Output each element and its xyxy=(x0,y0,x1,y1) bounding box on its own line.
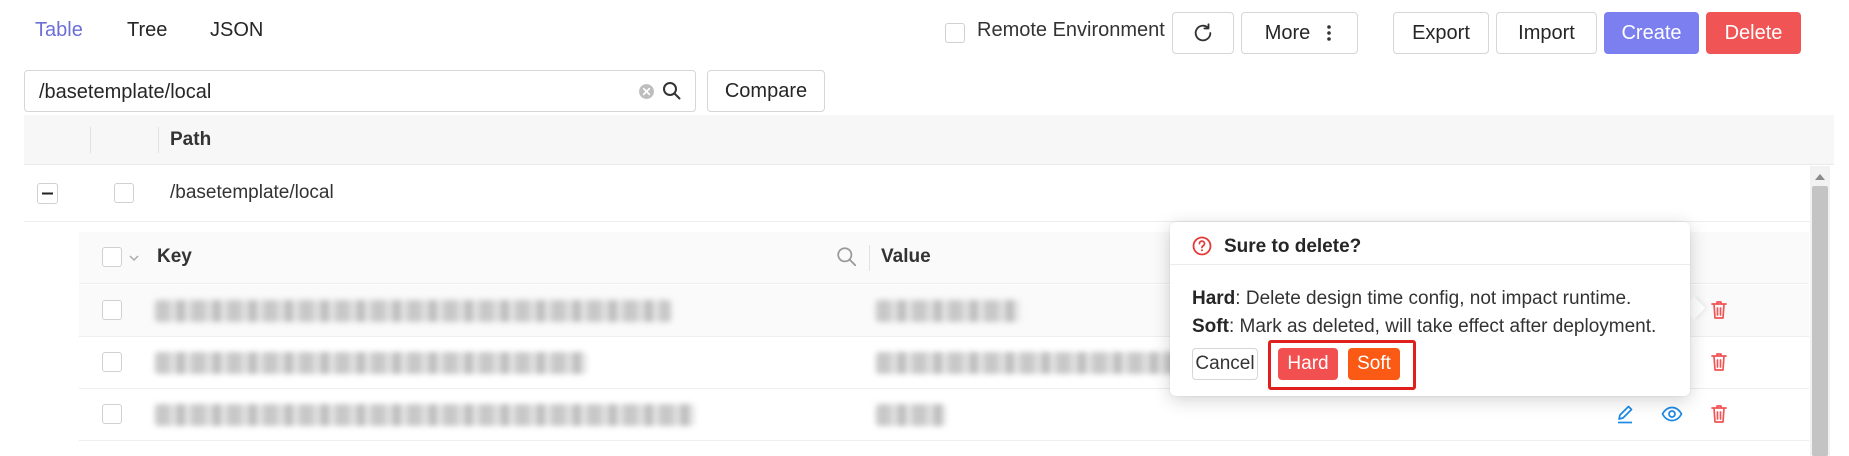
delete-row-icon[interactable] xyxy=(1709,299,1729,321)
delete-button[interactable]: Delete xyxy=(1706,12,1801,54)
import-button[interactable]: Import xyxy=(1496,12,1597,54)
cancel-button[interactable]: Cancel xyxy=(1192,348,1258,380)
row-checkbox[interactable] xyxy=(102,300,122,320)
refresh-button[interactable] xyxy=(1172,12,1234,54)
delete-row-icon[interactable] xyxy=(1709,403,1729,425)
tab-json[interactable]: JSON xyxy=(210,19,263,42)
view-icon[interactable] xyxy=(1661,404,1683,424)
soft-delete-description: Soft: Mark as deleted, will take effect … xyxy=(1192,316,1656,338)
select-all-checkbox[interactable] xyxy=(102,247,122,267)
redacted-key xyxy=(155,300,671,322)
remote-environment-label: Remote Environment xyxy=(977,19,1165,41)
search-icon[interactable] xyxy=(662,81,682,101)
hard-term: Hard xyxy=(1192,288,1236,309)
row-checkbox[interactable] xyxy=(102,352,122,372)
row-checkbox[interactable] xyxy=(102,404,122,424)
compare-button[interactable]: Compare xyxy=(707,70,825,112)
redacted-value xyxy=(876,300,1020,322)
clear-icon[interactable] xyxy=(638,83,655,100)
popover-divider xyxy=(1170,264,1690,265)
soft-term: Soft xyxy=(1192,316,1229,337)
key-filter-search-icon[interactable] xyxy=(836,246,858,268)
path-search-input[interactable]: /basetemplate/local xyxy=(39,81,211,104)
redacted-value xyxy=(876,352,1176,374)
tab-table[interactable]: Table xyxy=(35,19,83,42)
redacted-value xyxy=(876,404,946,426)
column-separator xyxy=(158,127,159,153)
refresh-icon xyxy=(1194,23,1212,42)
collapse-toggle[interactable] xyxy=(37,183,58,204)
more-label: More xyxy=(1264,21,1311,44)
chevron-down-icon[interactable] xyxy=(128,252,140,264)
scrollbar-thumb[interactable] xyxy=(1812,186,1828,456)
path-group-row: /basetemplate/local xyxy=(24,166,1810,222)
minus-icon xyxy=(42,192,53,195)
delete-confirm-popover: Sure to delete? Hard: Delete design time… xyxy=(1170,222,1690,396)
path-column-header: Path xyxy=(170,129,212,150)
tab-tree[interactable]: Tree xyxy=(127,19,167,42)
table-row xyxy=(79,389,1809,441)
key-column-header: Key xyxy=(157,246,192,267)
group-path-label: /basetemplate/local xyxy=(170,182,334,203)
redacted-key xyxy=(155,352,587,374)
hard-desc-text: : Delete design time config, not impact … xyxy=(1235,288,1632,309)
value-column-header: Value xyxy=(881,246,931,267)
column-separator xyxy=(90,127,91,153)
redacted-key xyxy=(155,404,695,426)
hard-soft-highlight-box xyxy=(1268,340,1416,390)
remote-environment-checkbox[interactable] xyxy=(945,23,965,43)
create-button[interactable]: Create xyxy=(1604,12,1699,54)
group-row-checkbox[interactable] xyxy=(114,183,134,203)
more-button[interactable]: More xyxy=(1241,12,1358,54)
column-separator xyxy=(869,245,870,271)
table-header: Path xyxy=(24,115,1834,165)
more-vertical-icon xyxy=(1327,25,1332,41)
popover-title: Sure to delete? xyxy=(1224,236,1362,257)
scroll-up-arrow-icon[interactable] xyxy=(1814,172,1826,182)
delete-row-icon[interactable] xyxy=(1709,351,1729,373)
export-button[interactable]: Export xyxy=(1393,12,1489,54)
hard-delete-description: Hard: Delete design time config, not imp… xyxy=(1192,288,1631,310)
edit-icon[interactable] xyxy=(1615,403,1635,425)
question-circle-icon xyxy=(1192,236,1212,256)
soft-desc-text: : Mark as deleted, will take effect afte… xyxy=(1228,316,1657,337)
path-search-field[interactable]: /basetemplate/local xyxy=(24,70,696,112)
